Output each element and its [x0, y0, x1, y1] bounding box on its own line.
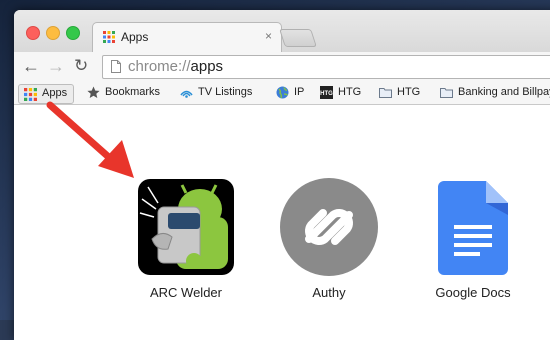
svg-text:HTG: HTG [320, 91, 333, 97]
bookmark-folder-banking[interactable]: Banking and Billpay [440, 85, 550, 101]
bookmark-ip[interactable]: IP [276, 85, 312, 101]
bookmark-folder-htg[interactable]: HTG [379, 85, 439, 101]
bookmark-label: Bookmarks [105, 86, 161, 98]
navigation-toolbar: ← → ↻ chrome://apps [14, 52, 550, 82]
star-icon [87, 86, 100, 98]
tab-title: Apps [121, 30, 149, 44]
apps-page: ARC Welder Authy Google Docs [14, 105, 550, 340]
tv-listings-icon [180, 90, 193, 98]
arc-welder-icon [138, 179, 234, 275]
zoom-window-button[interactable] [66, 26, 80, 40]
bookmarks-bar: Apps Bookmarks TV Listings IP HTG HTG HT… [14, 82, 550, 105]
app-tile-google-docs[interactable]: Google Docs [435, 181, 511, 300]
google-docs-icon [438, 181, 508, 275]
app-label: Authy [312, 285, 346, 300]
folder-icon [379, 88, 392, 98]
url-path: apps [190, 58, 224, 75]
url-text: chrome://apps [128, 58, 223, 75]
page-icon [111, 60, 121, 73]
address-bar[interactable]: chrome://apps [102, 55, 550, 79]
folder-icon [440, 88, 453, 98]
bookmark-label: IP [294, 86, 305, 98]
tab-apps[interactable]: Apps × [92, 22, 282, 53]
close-tab-icon[interactable]: × [265, 29, 272, 43]
app-label: Google Docs [435, 285, 511, 300]
apps-grid-icon [103, 31, 115, 43]
bookmark-htg[interactable]: HTG HTG [320, 85, 372, 101]
new-tab-button[interactable] [279, 29, 317, 47]
app-tile-authy[interactable]: Authy [279, 177, 379, 300]
app-tile-arc-welder[interactable]: ARC Welder [138, 179, 234, 300]
authy-icon [280, 178, 378, 276]
htg-logo-icon: HTG [320, 86, 333, 99]
bookmark-label: Banking and Billpay [458, 86, 550, 98]
bookmark-bookmarks[interactable]: Bookmarks [87, 85, 173, 101]
minimize-window-button[interactable] [46, 26, 60, 40]
back-arrow-icon[interactable]: ← [22, 56, 40, 76]
close-window-button[interactable] [26, 26, 40, 40]
app-label: ARC Welder [149, 285, 222, 300]
url-scheme: chrome:// [128, 58, 191, 75]
bookmark-tv-listings[interactable]: TV Listings [180, 85, 272, 101]
apps-grid-icon [24, 88, 37, 101]
bookmark-label: HTG [338, 86, 362, 98]
bookmark-label: TV Listings [198, 86, 253, 98]
browser-window: Apps × ← → ↻ chrome://apps Apps Bookmark… [14, 10, 550, 340]
bookmark-apps[interactable]: Apps [18, 84, 74, 104]
bookmark-label: Apps [42, 87, 68, 99]
title-bar: Apps × [14, 10, 550, 53]
reload-icon[interactable]: ↻ [74, 56, 88, 76]
forward-arrow-icon[interactable]: → [47, 56, 65, 76]
globe-icon [276, 86, 289, 99]
bookmark-label: HTG [397, 86, 421, 98]
